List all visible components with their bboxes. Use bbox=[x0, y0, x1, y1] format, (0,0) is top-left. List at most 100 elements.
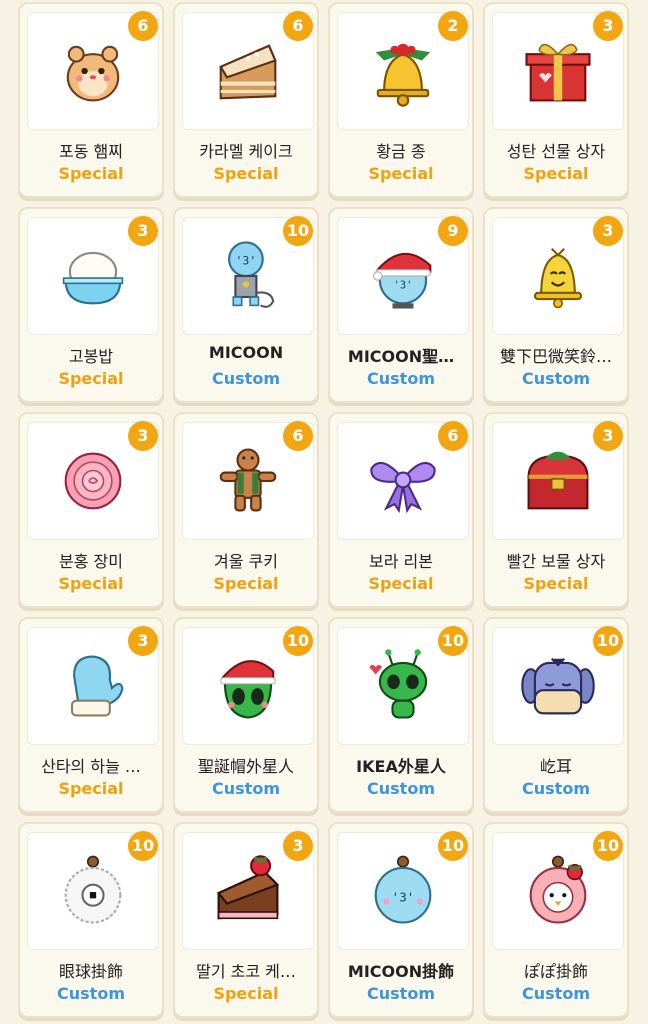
item-type-label: Special bbox=[58, 779, 124, 798]
count-badge: 3 bbox=[128, 421, 158, 451]
item-type-label: Custom bbox=[522, 779, 590, 798]
item-name: MICOON聖… bbox=[347, 347, 455, 366]
mitten-icon bbox=[70, 655, 124, 717]
item-card[interactable]: 3 雙下巴微笑鈴… Custom bbox=[483, 207, 629, 403]
item-card[interactable]: 6 겨울 쿠키 Special bbox=[173, 412, 319, 608]
count-badge: 6 bbox=[128, 11, 158, 41]
count-badge: 10 bbox=[283, 216, 313, 246]
item-card[interactable]: 10 '3' MICOON Custom bbox=[173, 207, 319, 403]
item-name: 황금 종 bbox=[376, 142, 426, 161]
svg-text:'3': '3' bbox=[235, 253, 256, 267]
item-card[interactable]: 6 보라 리본 Special bbox=[328, 412, 474, 608]
item-card[interactable]: 10 IKEA外星人 Custom bbox=[328, 617, 474, 813]
count-badge: 6 bbox=[438, 421, 468, 451]
smiling-bell-icon bbox=[533, 247, 583, 309]
item-type-label: Special bbox=[523, 164, 589, 183]
count-badge: 10 bbox=[128, 831, 158, 861]
item-name: IKEA外星人 bbox=[356, 757, 446, 776]
item-type-label: Custom bbox=[367, 779, 435, 798]
item-name: 산타의 하늘 … bbox=[41, 757, 141, 776]
item-type-label: Special bbox=[368, 574, 434, 593]
golden-bell-icon bbox=[375, 43, 431, 107]
item-type-label: Custom bbox=[212, 369, 280, 388]
rice-bowl-icon bbox=[62, 251, 124, 305]
count-badge: 10 bbox=[593, 831, 623, 861]
item-name: 雙下巴微笑鈴… bbox=[499, 347, 612, 366]
eyeball-ornament-icon bbox=[64, 855, 122, 924]
svg-text:'3': '3' bbox=[392, 890, 415, 905]
item-card[interactable]: 10 眼球掛飾 Custom bbox=[18, 822, 164, 1018]
item-name: 성탄 선물 상자 bbox=[506, 142, 606, 161]
caramel-cake-icon bbox=[219, 44, 277, 100]
count-badge: 3 bbox=[593, 421, 623, 451]
strawberry-cake-icon bbox=[216, 855, 280, 920]
item-type-label: Special bbox=[213, 574, 279, 593]
item-type-label: Special bbox=[523, 574, 589, 593]
item-type-label: Special bbox=[58, 574, 124, 593]
item-card[interactable]: 3 딸기 초코 케… Special bbox=[173, 822, 319, 1018]
gift-box-icon bbox=[525, 43, 591, 102]
popo-ornament-icon bbox=[529, 855, 587, 924]
hamster-icon bbox=[66, 45, 120, 102]
purple-ribbon-icon bbox=[370, 461, 436, 514]
item-type-label: Custom bbox=[367, 369, 435, 388]
micoon-santa-icon: '3' bbox=[373, 252, 432, 309]
item-card[interactable]: 10 屹耳 Custom bbox=[483, 617, 629, 813]
count-badge: 3 bbox=[128, 216, 158, 246]
item-type-label: Special bbox=[213, 984, 279, 1003]
item-card[interactable]: 9 '3' MICOON聖… Custom bbox=[328, 207, 474, 403]
item-type-label: Special bbox=[213, 164, 279, 183]
item-card[interactable]: 10 '3' MICOON掛飾 Custom bbox=[328, 822, 474, 1018]
item-card[interactable]: 3 산타의 하늘 … Special bbox=[18, 617, 164, 813]
item-type-label: Custom bbox=[212, 779, 280, 798]
item-name: MICOON bbox=[208, 343, 284, 362]
item-card[interactable]: 6 카라멜 케이크 Special bbox=[173, 2, 319, 198]
count-badge: 3 bbox=[128, 626, 158, 656]
item-name: 카라멜 케이크 bbox=[199, 142, 293, 161]
treasure-chest-icon bbox=[527, 451, 589, 510]
gingerbread-icon bbox=[219, 448, 277, 512]
item-name: 고봉밥 bbox=[68, 347, 114, 366]
item-name: 屹耳 bbox=[539, 757, 572, 776]
svg-text:'3': '3' bbox=[394, 280, 413, 292]
item-name: 겨울 쿠키 bbox=[214, 552, 278, 571]
micoon-ornament-icon: '3' bbox=[374, 855, 432, 924]
item-card[interactable]: 10 ぽぽ掛飾 Custom bbox=[483, 822, 629, 1018]
item-name: 빨간 보물 상자 bbox=[506, 552, 606, 571]
count-badge: 10 bbox=[438, 626, 468, 656]
item-type-label: Custom bbox=[522, 984, 590, 1003]
item-card[interactable]: 3 분홍 장미 Special bbox=[18, 412, 164, 608]
count-badge: 2 bbox=[438, 11, 468, 41]
item-type-label: Special bbox=[58, 164, 124, 183]
item-card[interactable]: 3 성탄 선물 상자 Special bbox=[483, 2, 629, 198]
item-type-label: Special bbox=[368, 164, 434, 183]
item-card[interactable]: 3 빨간 보물 상자 Special bbox=[483, 412, 629, 608]
item-name: 분홍 장미 bbox=[59, 552, 123, 571]
count-badge: 3 bbox=[283, 831, 313, 861]
item-card[interactable]: 10 聖誕帽外星人 Custom bbox=[173, 617, 319, 813]
micoon-robot-icon: '3' bbox=[228, 241, 275, 308]
count-badge: 6 bbox=[283, 421, 313, 451]
eeyore-icon bbox=[521, 657, 595, 715]
item-name: 眼球掛飾 bbox=[58, 962, 123, 981]
alien-icon bbox=[369, 649, 428, 719]
item-name: ぽぽ掛飾 bbox=[523, 962, 588, 981]
item-name: 딸기 초코 케… bbox=[196, 962, 296, 981]
item-name: 보라 리본 bbox=[369, 552, 433, 571]
count-badge: 3 bbox=[593, 11, 623, 41]
item-name: 聖誕帽外星人 bbox=[197, 757, 294, 776]
item-type-label: Custom bbox=[57, 984, 125, 1003]
count-badge: 3 bbox=[593, 216, 623, 246]
item-type-label: Special bbox=[58, 369, 124, 388]
item-card[interactable]: 2 황금 종 Special bbox=[328, 2, 474, 198]
count-badge: 6 bbox=[283, 11, 313, 41]
item-card[interactable]: 3 고봉밥 Special bbox=[18, 207, 164, 403]
count-badge: 10 bbox=[438, 831, 468, 861]
pink-rose-icon bbox=[64, 452, 122, 510]
item-name: MICOON掛飾 bbox=[347, 962, 455, 981]
santa-alien-icon bbox=[220, 660, 276, 719]
count-badge: 9 bbox=[438, 216, 468, 246]
item-type-label: Custom bbox=[367, 984, 435, 1003]
item-card[interactable]: 6 포동 햄찌 Special bbox=[18, 2, 164, 198]
count-badge: 10 bbox=[283, 626, 313, 656]
